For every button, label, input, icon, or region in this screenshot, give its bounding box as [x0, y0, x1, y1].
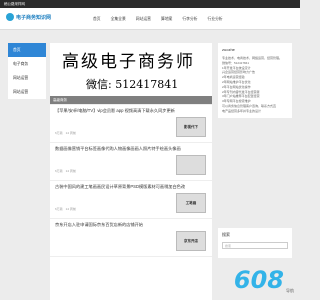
list-item[interactable]: 【苹果/安卓/电脑/TV】vip会员影 app 视频高清下载永久同步更新 6万篇…	[50, 105, 212, 143]
search-panel: 搜索 搜索	[218, 228, 292, 258]
top-bar-text: 稿公路采样网	[4, 2, 25, 6]
site-header: 电子商务知识网 首页 全集全景 网站运营 算地案 行李分析 行业分析	[0, 8, 300, 30]
nav-item[interactable]: 行业分析	[203, 8, 228, 30]
watermark-number: 608	[233, 266, 284, 294]
search-title: 搜索	[222, 232, 230, 237]
list-item[interactable]: 京东开店入驻申请国际京东百货店新的店铺开始 京东开店	[50, 219, 212, 257]
sidebar-item-ecommerce[interactable]: 电子商务	[8, 57, 46, 71]
article-views: 6万篇	[55, 207, 63, 211]
banner-subtitle: 微信: 512417841	[86, 78, 179, 91]
watermark: 608 导航	[234, 266, 294, 294]
watermark-text: 导航	[286, 288, 294, 293]
nav-item[interactable]: 算地案	[156, 8, 177, 30]
sidebar-item-home[interactable]: 首页	[8, 43, 46, 57]
article-list: 高级电子商务师 微信: 512417841 高级商务 【苹果/安卓/电脑/TV】…	[50, 43, 212, 300]
author-panel: zuozhe 专业技术，电商技术，网络运营，经营管理。 微信号：51241784…	[218, 43, 292, 118]
nav-item[interactable]: 行李分析	[177, 8, 202, 30]
article-meta: 6万篇 14 周前	[55, 169, 76, 173]
article-date: 14 周前	[65, 169, 76, 173]
logo-icon	[6, 13, 14, 21]
article-thumbnail[interactable]: 影视代下	[176, 117, 206, 137]
nav-item[interactable]: 首页	[88, 8, 106, 30]
article-thumbnail[interactable]	[176, 155, 206, 175]
article-thumbnail[interactable]: 京东开店	[176, 231, 206, 251]
banner-title: 高级电子商务师	[62, 52, 195, 72]
logo-text: 电子商务知识网	[16, 14, 52, 21]
sidebar-item-ops-2[interactable]: 网站运营	[8, 85, 46, 99]
article-views: 6万篇	[55, 169, 63, 173]
author-info-line: 电产品经营多年并专业的设计	[222, 108, 262, 113]
nav-item[interactable]: 网站运营	[131, 8, 156, 30]
banner[interactable]: 高级电子商务师 微信: 512417841 高级商务	[50, 43, 212, 105]
list-item[interactable]: 古装中国风的建工笔画画民设计草原背景PSD模版素材可画稍加白色改 6万篇 14 周…	[50, 181, 212, 219]
sidebar-item-ops[interactable]: 网站运营	[8, 71, 46, 85]
nav-item[interactable]: 全集全景	[106, 8, 131, 30]
author-panel-title: zuozhe	[222, 47, 235, 52]
list-item[interactable]: 数据画像营销平台标签画像代购人物画像画画人照片特手绘画头像画 6万篇 14 周前	[50, 143, 212, 181]
top-bar: 稿公路采样网	[0, 0, 300, 8]
sidebar: 首页 电子商务 网站运营 网站运营	[8, 43, 46, 99]
main-nav: 首页 全集全景 网站运营 算地案 行李分析 行业分析	[88, 8, 228, 30]
article-date: 14 周前	[65, 131, 76, 135]
article-meta: 6万篇 14 周前	[55, 207, 76, 211]
article-date: 14 周前	[65, 207, 76, 211]
article-thumbnail[interactable]: 工笔画	[176, 193, 206, 213]
article-title[interactable]: 京东开店入驻申请国际京东百货店新的店铺开始	[55, 222, 205, 228]
article-title[interactable]: 【苹果/安卓/电脑/TV】vip会员影 app 视频高清下载永久同步更新	[55, 108, 205, 114]
search-input[interactable]: 搜索	[222, 242, 288, 249]
article-title[interactable]: 数据画像营销平台标签画像代购人物画像画画人照片特手绘画头像画	[55, 146, 205, 152]
site-logo[interactable]: 电子商务知识网	[6, 13, 51, 21]
article-title[interactable]: 古装中国风的建工笔画画民设计草原背景PSD模版素材可画稍加白色改	[55, 184, 205, 190]
article-views: 6万篇	[55, 131, 63, 135]
banner-caption: 高级商务	[50, 96, 212, 104]
article-meta: 6万篇 14 周前	[55, 131, 76, 135]
